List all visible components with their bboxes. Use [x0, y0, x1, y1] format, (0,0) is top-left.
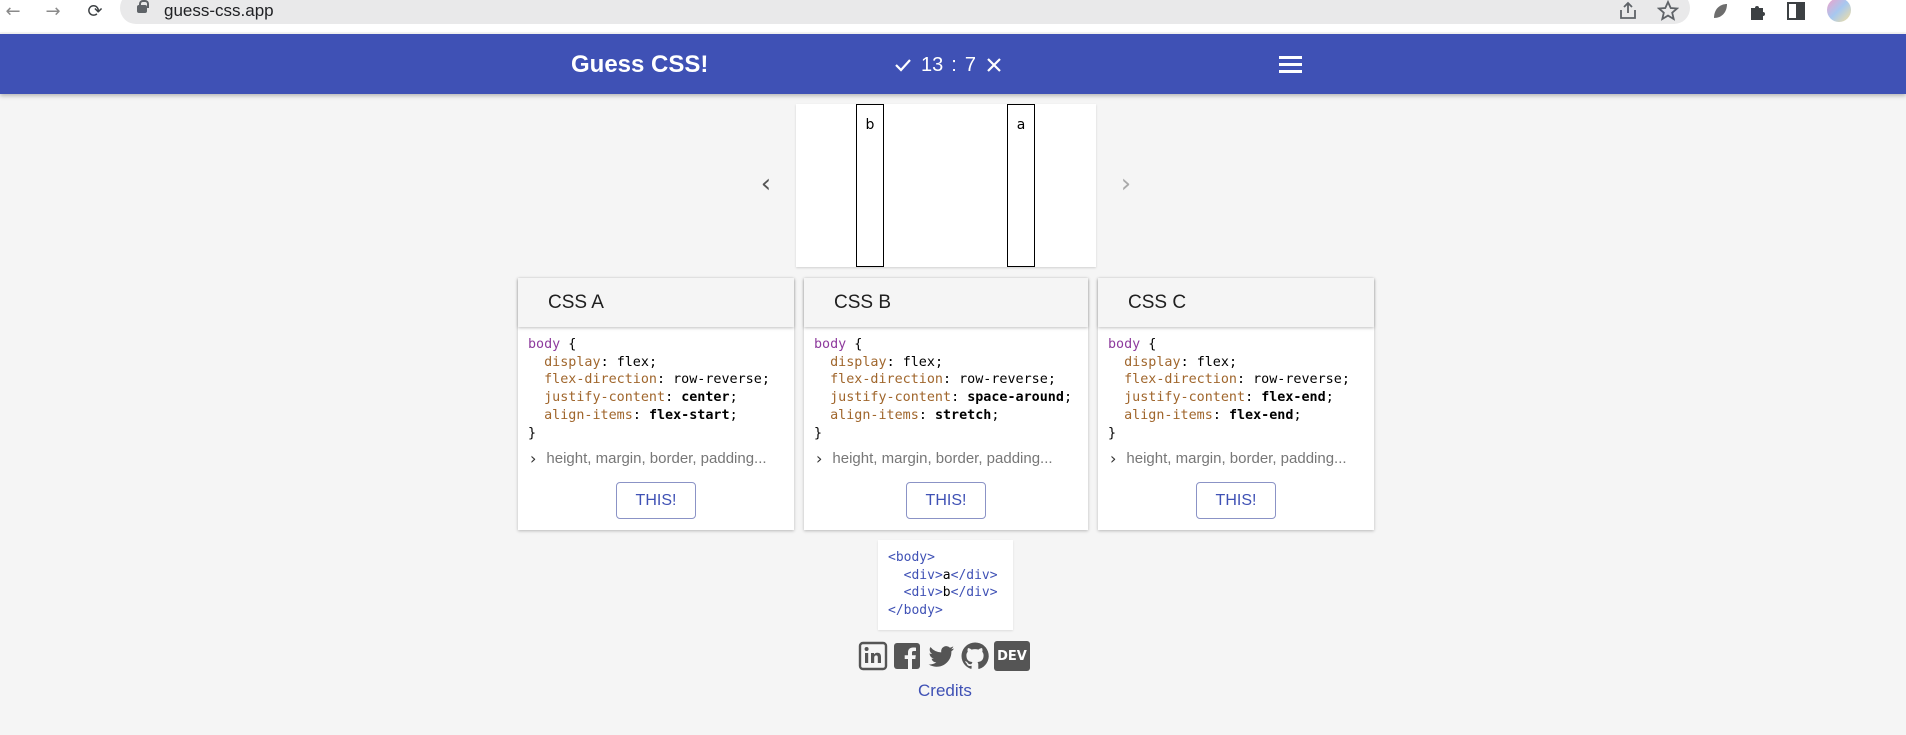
- browser-toolbar: ← → ⟳ guess-css.app: [0, 0, 1906, 32]
- expand-more-props[interactable]: › height, margin, border, padding...: [1110, 449, 1347, 468]
- expand-more-props[interactable]: › height, margin, border, padding...: [530, 449, 767, 468]
- previous-arrow-icon[interactable]: ‹: [756, 171, 776, 197]
- dev-icon[interactable]: DEV: [994, 641, 1030, 671]
- close-icon: [987, 58, 1001, 72]
- css-value: flex-start: [648, 407, 730, 423]
- chevron-right-icon: ›: [816, 449, 823, 468]
- css-value: flex-end: [1228, 407, 1294, 423]
- twitter-icon[interactable]: [925, 640, 957, 672]
- html-tag: </div>: [950, 567, 998, 583]
- css-value: flex-end: [1261, 390, 1326, 406]
- css-code-block: body { display: flex; flex-direction: ro…: [528, 337, 770, 441]
- extension-leaf-icon[interactable]: [1709, 0, 1731, 22]
- address-bar[interactable]: guess-css.app: [120, 0, 1690, 24]
- css-code-block: body { display: flex; flex-direction: ro…: [1108, 337, 1350, 441]
- chevron-right-icon: ›: [1110, 449, 1117, 468]
- css-code-block: body { display: flex; flex-direction: ro…: [814, 337, 1072, 441]
- check-icon: [895, 59, 911, 72]
- css-property: justify-content: [1124, 390, 1246, 406]
- css-property: display: [830, 354, 887, 370]
- chevron-right-icon: ›: [530, 449, 537, 468]
- card-title: CSS C: [1098, 278, 1374, 327]
- css-value: row-reverse: [1253, 372, 1342, 388]
- css-property: justify-content: [830, 390, 952, 406]
- css-value: stretch: [934, 407, 992, 423]
- css-property: display: [544, 354, 601, 370]
- css-property: align-items: [1124, 407, 1213, 423]
- credits-link[interactable]: Credits: [918, 681, 972, 701]
- more-props-label: height, margin, border, padding...: [1126, 450, 1347, 467]
- extensions-puzzle-icon[interactable]: [1747, 0, 1769, 22]
- css-selector: body: [814, 337, 847, 352]
- next-arrow-icon[interactable]: ›: [1116, 171, 1136, 197]
- html-tag: </body>: [888, 602, 943, 618]
- css-selector: body: [1108, 337, 1141, 352]
- linkedin-icon[interactable]: [857, 640, 889, 672]
- score-wrong: 7: [964, 53, 976, 76]
- menu-icon: [1279, 56, 1302, 59]
- github-icon[interactable]: [959, 640, 991, 672]
- card-title: CSS B: [804, 278, 1088, 327]
- css-property: align-items: [544, 407, 633, 423]
- score-display: 13 : 7: [893, 52, 1004, 78]
- html-text: a: [942, 567, 951, 583]
- facebook-icon[interactable]: [891, 640, 923, 672]
- html-tag: <div>: [903, 567, 943, 583]
- forward-icon[interactable]: →: [42, 0, 64, 22]
- html-source-snippet: <body> <div>a</div> <div>b</div> </body>: [878, 540, 1013, 630]
- choose-css-c-button[interactable]: THIS!: [1196, 482, 1276, 519]
- css-selector: body: [528, 337, 561, 352]
- app-header: Guess CSS! 13 : 7: [0, 34, 1906, 94]
- menu-icon-bar: [1279, 63, 1302, 66]
- css-property: flex-direction: [830, 372, 943, 388]
- preview-box-b: b: [856, 104, 884, 267]
- lock-icon: [137, 0, 149, 13]
- css-value: row-reverse: [673, 372, 762, 388]
- expand-more-props[interactable]: › height, margin, border, padding...: [816, 449, 1053, 468]
- profile-avatar[interactable]: [1827, 0, 1851, 22]
- css-value: space-around: [967, 390, 1064, 406]
- card-title: CSS A: [518, 278, 794, 327]
- preview-box-a: a: [1007, 104, 1035, 267]
- layout-preview: b a: [796, 104, 1096, 267]
- css-value: flex: [902, 354, 935, 370]
- css-property: flex-direction: [1124, 372, 1237, 388]
- css-option-card-a: CSS A body { display: flex; flex-directi…: [518, 278, 794, 530]
- choose-css-b-button[interactable]: THIS!: [906, 482, 986, 519]
- score-correct: 13: [921, 53, 944, 76]
- css-property: flex-direction: [544, 372, 657, 388]
- share-icon[interactable]: [1617, 0, 1639, 22]
- score-separator: :: [951, 53, 957, 76]
- css-property: align-items: [830, 407, 919, 423]
- app-title: Guess CSS!: [571, 51, 709, 78]
- css-property: justify-content: [544, 390, 666, 406]
- html-tag: </div>: [950, 585, 998, 600]
- menu-button[interactable]: [1276, 53, 1304, 75]
- css-property: display: [1124, 354, 1181, 370]
- css-option-card-c: CSS C body { display: flex; flex-directi…: [1098, 278, 1374, 530]
- back-icon[interactable]: ←: [2, 0, 24, 22]
- css-value: center: [681, 390, 730, 406]
- css-option-card-b: CSS B body { display: flex; flex-directi…: [804, 278, 1088, 530]
- side-panel-icon[interactable]: [1785, 0, 1807, 22]
- bookmark-star-icon[interactable]: [1657, 0, 1679, 22]
- reload-icon[interactable]: ⟳: [84, 0, 106, 22]
- html-text: b: [942, 585, 951, 600]
- html-tag: <body>: [888, 550, 935, 565]
- url-text: guess-css.app: [164, 1, 274, 20]
- choose-css-a-button[interactable]: THIS!: [616, 482, 696, 519]
- css-value: flex: [1196, 354, 1229, 370]
- more-props-label: height, margin, border, padding...: [832, 450, 1053, 467]
- css-value: row-reverse: [959, 372, 1048, 388]
- html-tag: <div>: [903, 585, 943, 600]
- menu-icon-bar: [1279, 70, 1302, 73]
- more-props-label: height, margin, border, padding...: [546, 450, 767, 467]
- css-value: flex: [616, 354, 649, 370]
